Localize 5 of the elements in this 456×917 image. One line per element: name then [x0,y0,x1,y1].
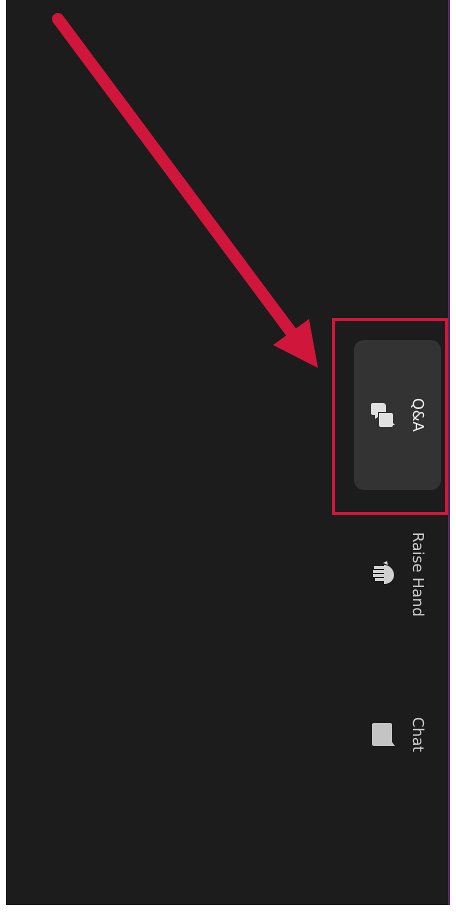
toolbar-button[interactable]: Q&A [354,340,441,490]
speech-bubble-icon [370,721,396,749]
toolbar-button[interactable]: Raise Hand [354,515,441,633]
toolbar-button[interactable]: Chat [354,685,441,785]
speech-bubbles-icon [370,401,396,429]
